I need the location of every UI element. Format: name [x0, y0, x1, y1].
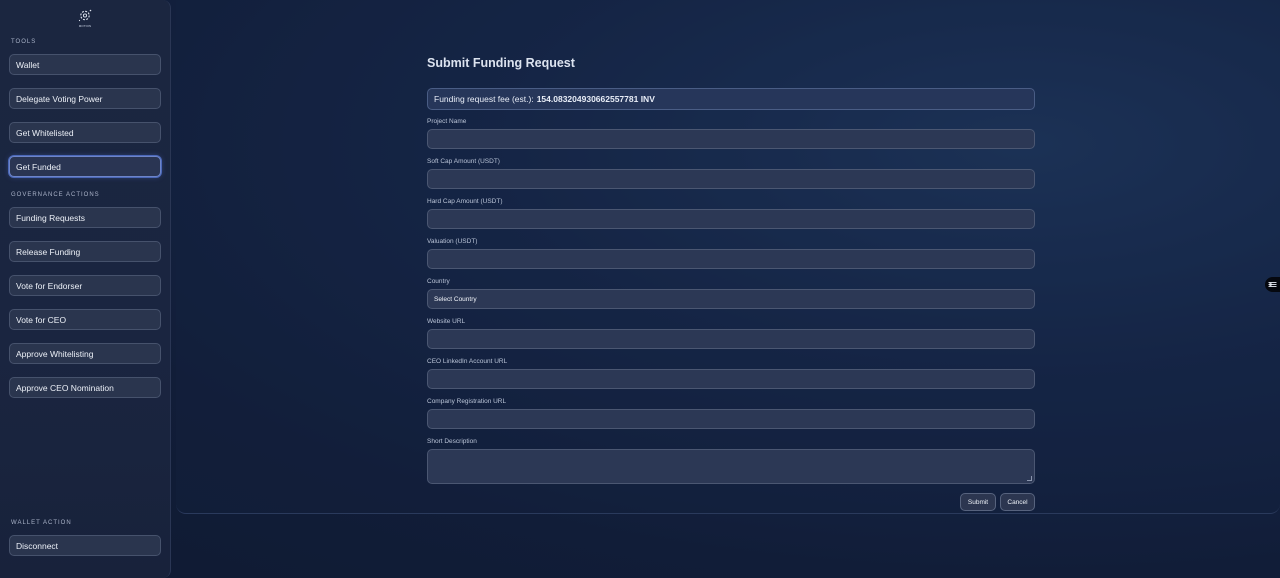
section-label-tools: TOOLS [11, 39, 37, 45]
app-logo[interactable]: MOTION [72, 8, 98, 30]
fee-value: 154.083204930662557781 INV [536, 94, 655, 104]
project-name-field[interactable] [427, 129, 1035, 149]
company-registration-label: Company Registration URL [427, 398, 507, 405]
logo-text: MOTION [78, 24, 92, 28]
section-label-wallet-action: WALLET ACTION [11, 520, 72, 526]
page-title: Submit Funding Request [427, 56, 575, 70]
country-label: Country [427, 278, 450, 285]
sidebar-item-release-funding[interactable]: Release Funding [9, 241, 161, 262]
short-description-label: Short Description [427, 438, 477, 445]
cancel-button[interactable]: Cancel [1000, 493, 1035, 511]
floating-settings-button[interactable] [1265, 277, 1280, 292]
sidebar-item-get-whitelisted[interactable]: Get Whitelisted [9, 122, 161, 143]
hard-cap-label: Hard Cap Amount (USDT) [427, 198, 503, 205]
valuation-label: Valuation (USDT) [427, 238, 478, 245]
section-label-governance: GOVERNANCE ACTIONS [11, 192, 100, 198]
valuation-field[interactable] [427, 249, 1035, 269]
settings-sliders-icon [1268, 282, 1277, 287]
disconnect-button[interactable]: Disconnect [9, 535, 161, 556]
sidebar: MOTION TOOLS Wallet Delegate Voting Powe… [0, 0, 171, 578]
hard-cap-field[interactable] [427, 209, 1035, 229]
sidebar-item-get-funded[interactable]: Get Funded [9, 156, 161, 177]
gear-sparkle-icon [78, 9, 92, 22]
soft-cap-label: Soft Cap Amount (USDT) [427, 158, 500, 165]
company-registration-field[interactable] [427, 409, 1035, 429]
country-select[interactable]: Select Country [427, 289, 1035, 309]
website-url-label: Website URL [427, 318, 466, 325]
resize-handle-icon[interactable] [1027, 476, 1032, 481]
sidebar-item-vote-for-endorser[interactable]: Vote for Endorser [9, 275, 161, 296]
project-name-label: Project Name [427, 118, 467, 125]
submit-button[interactable]: Submit [960, 493, 996, 511]
sidebar-item-wallet[interactable]: Wallet [9, 54, 161, 75]
fee-estimate-banner: Funding request fee (est.): 154.08320493… [427, 88, 1035, 110]
ceo-linkedin-label: CEO LinkedIn Account URL [427, 358, 508, 365]
website-url-field[interactable] [427, 329, 1035, 349]
fee-label: Funding request fee (est.): [434, 94, 534, 104]
ceo-linkedin-field[interactable] [427, 369, 1035, 389]
sidebar-item-vote-for-ceo[interactable]: Vote for CEO [9, 309, 161, 330]
short-description-textarea[interactable] [427, 449, 1035, 484]
sidebar-item-delegate-voting-power[interactable]: Delegate Voting Power [9, 88, 161, 109]
sidebar-item-approve-ceo-nomination[interactable]: Approve CEO Nomination [9, 377, 161, 398]
sidebar-item-approve-whitelisting[interactable]: Approve Whitelisting [9, 343, 161, 364]
sidebar-item-funding-requests[interactable]: Funding Requests [9, 207, 161, 228]
soft-cap-field[interactable] [427, 169, 1035, 189]
